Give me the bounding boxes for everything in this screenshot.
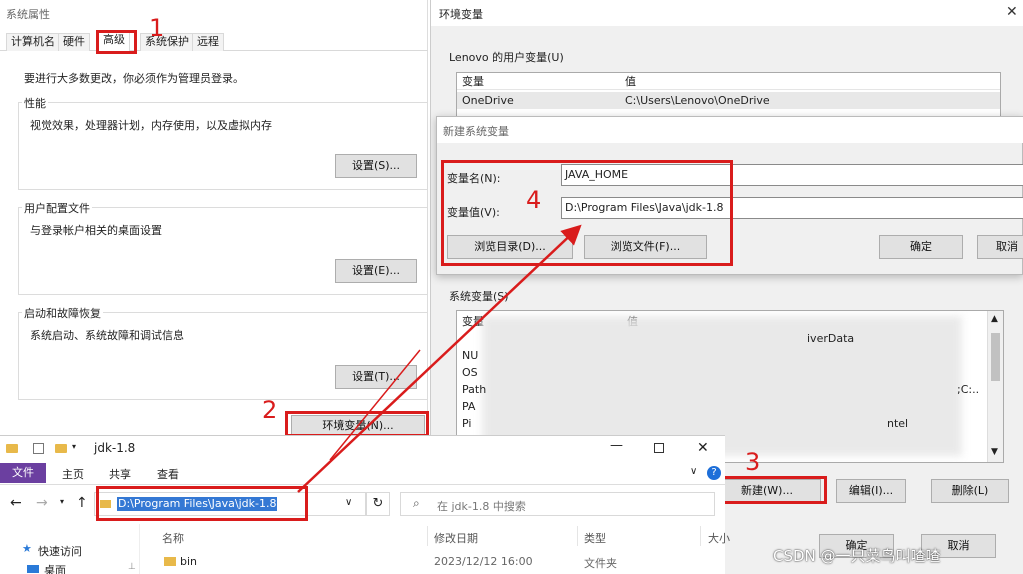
arrow-address-to-value <box>297 224 582 493</box>
annotation-arrows <box>297 224 582 493</box>
watermark: CSDN @一只菜鸟叫喳喳 <box>773 547 941 565</box>
arrow-envvar-button <box>329 349 421 461</box>
